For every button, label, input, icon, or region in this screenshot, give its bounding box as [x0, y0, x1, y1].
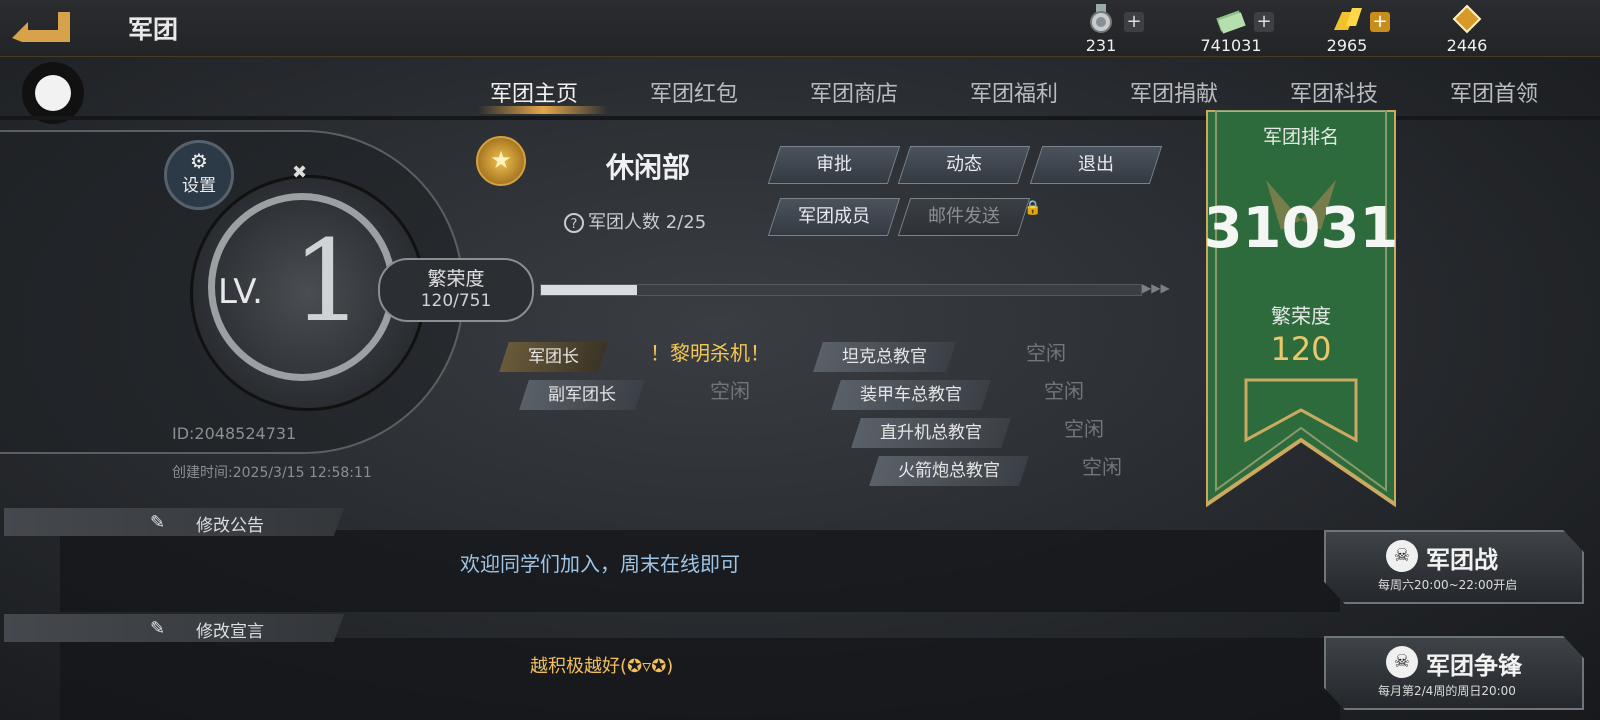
resource-diamond: 2446 [1430, 2, 1520, 55]
guild-contest-button[interactable]: ☠ 军团争锋 每月第2/4周的周日20:00 [1324, 636, 1584, 710]
role-title: 军团长 [499, 342, 608, 372]
tab-boss[interactable]: 军团首领 [1450, 76, 1538, 108]
level-label: LV. [218, 272, 263, 312]
progress-arrows-icon: ▶▶▶ [1142, 281, 1170, 295]
guild-name: 休闲部 [606, 151, 691, 184]
role-holder: 空闲 [1064, 417, 1104, 441]
tab-welfare[interactable]: 军团福利 [970, 76, 1058, 108]
activity-label: 动态 [946, 154, 982, 175]
tab-shop[interactable]: 军团商店 [810, 76, 898, 108]
ranking-number: 31031 [1203, 196, 1399, 261]
declaration-text: 越积极越好(✪▿✪) [530, 656, 674, 677]
close-icon: ✖ [292, 162, 308, 183]
medal-count: 231 [1085, 36, 1117, 55]
edit-announcement-label: 修改公告 [196, 516, 264, 536]
active-tab-indicator [478, 106, 608, 114]
help-icon[interactable]: ? [564, 213, 584, 233]
settings-label: 设置 [182, 176, 216, 196]
edit-icon: ✎ [150, 512, 166, 533]
role-tank-instructor[interactable]: 坦克总教官 空闲 [813, 341, 1066, 372]
guild-war-button[interactable]: ☠ 军团战 每周六20:00~22:00开启 [1324, 530, 1584, 604]
gear-icon: ⚙ [190, 149, 208, 173]
tab-donate[interactable]: 军团捐献 [1130, 76, 1218, 108]
role-commander[interactable]: 军团长 ！黎明杀机！ [499, 341, 770, 372]
send-mail-button[interactable]: 邮件发送 [897, 198, 1031, 236]
role-title: 副军团长 [519, 380, 645, 410]
role-title: 直升机总教官 [851, 418, 1011, 448]
tab-tech[interactable]: 军团科技 [1290, 76, 1378, 108]
member-count: ? 军团人数 2/25 [564, 208, 706, 234]
skull-icon: ☠ [1386, 646, 1418, 678]
approve-button[interactable]: 审批 [767, 146, 901, 184]
role-holder: 空闲 [710, 379, 750, 403]
send-mail-label: 邮件发送 [928, 206, 1000, 227]
gold-count: 2965 [1326, 36, 1368, 55]
skull-icon: ☠ [1386, 540, 1418, 572]
cash-count: 741031 [1200, 36, 1262, 55]
members-label: 军团成员 [798, 206, 870, 227]
role-holder: ！黎明杀机！ [650, 341, 770, 365]
back-arrow-icon [12, 12, 70, 42]
member-count-text: 军团人数 2/25 [588, 212, 707, 233]
prosperity-value: 120/751 [420, 291, 492, 311]
created-time: 创建时间:2025/3/15 12:58:11 [172, 465, 372, 481]
role-holder: 空闲 [1082, 455, 1122, 479]
tab-red-packet[interactable]: 军团红包 [650, 76, 738, 108]
activity-button[interactable]: 动态 [897, 146, 1031, 184]
diamond-icon [1452, 4, 1482, 34]
resource-gold: + 2965 [1310, 2, 1400, 55]
quit-label: 退出 [1078, 154, 1114, 175]
role-armor-instructor[interactable]: 装甲车总教官 空闲 [831, 379, 1084, 410]
role-rocket-instructor[interactable]: 火箭炮总教官 空闲 [869, 455, 1122, 486]
guild-war-title: 军团战 [1426, 546, 1498, 574]
lock-icon: 🔒 [1024, 200, 1042, 216]
prosperity-pill: 繁荣度 120/751 [378, 258, 534, 322]
role-holder: 空闲 [1044, 379, 1084, 403]
role-vice-commander[interactable]: 副军团长 空闲 [519, 379, 750, 410]
add-medal-button[interactable]: + [1124, 12, 1144, 32]
declaration-panel [60, 638, 1340, 720]
prosperity-label: 繁荣度 [427, 268, 485, 290]
guild-emblem-icon: ★ [476, 136, 526, 186]
medal-icon [1090, 4, 1112, 33]
edit-announcement-button[interactable]: ✎ 修改公告 [4, 508, 344, 536]
edit-icon: ✎ [150, 618, 166, 639]
resource-cash: + 741031 [1194, 2, 1284, 55]
guild-id: ID:2048524731 [172, 424, 297, 443]
settings-button[interactable]: ⚙ 设置 [164, 140, 234, 210]
quit-button[interactable]: 退出 [1029, 146, 1163, 184]
level-value: 1 [292, 217, 364, 347]
ranking-title: 军团排名 [1262, 126, 1339, 148]
edit-declaration-button[interactable]: ✎ 修改宣言 [4, 614, 344, 642]
add-gold-button[interactable]: + [1370, 12, 1390, 32]
page-title: 军团 [128, 15, 179, 44]
resource-medal: + 231 [1064, 2, 1154, 55]
prosperity-progress-fill [541, 285, 637, 295]
tab-guild-home[interactable]: 军团主页 [490, 76, 578, 108]
diamond-count: 2446 [1446, 36, 1488, 55]
back-button[interactable] [8, 8, 74, 46]
gold-bars-icon [1334, 8, 1362, 30]
guild-war-schedule: 每周六20:00~22:00开启 [1378, 578, 1518, 592]
role-title: 火箭炮总教官 [869, 456, 1029, 486]
cash-stack-icon [1216, 10, 1246, 34]
role-holder: 空闲 [1026, 341, 1066, 365]
role-title: 装甲车总教官 [831, 380, 991, 410]
announcement-text: 欢迎同学们加入，周末在线即可 [460, 552, 740, 576]
guild-contest-title: 军团争锋 [1426, 652, 1522, 680]
floating-menu-button[interactable] [22, 62, 84, 124]
members-button[interactable]: 军团成员 [767, 198, 901, 236]
edit-declaration-label: 修改宣言 [196, 622, 264, 642]
guild-contest-schedule: 每月第2/4周的周日20:00 [1378, 684, 1516, 698]
role-heli-instructor[interactable]: 直升机总教官 空闲 [851, 417, 1104, 448]
ranking-prosperity-value: 120 [1270, 330, 1332, 368]
approve-label: 审批 [816, 154, 852, 175]
role-title: 坦克总教官 [813, 342, 956, 372]
add-cash-button[interactable]: + [1254, 12, 1274, 32]
ranking-prosperity-label: 繁荣度 [1271, 304, 1331, 328]
circle-icon [35, 75, 71, 111]
